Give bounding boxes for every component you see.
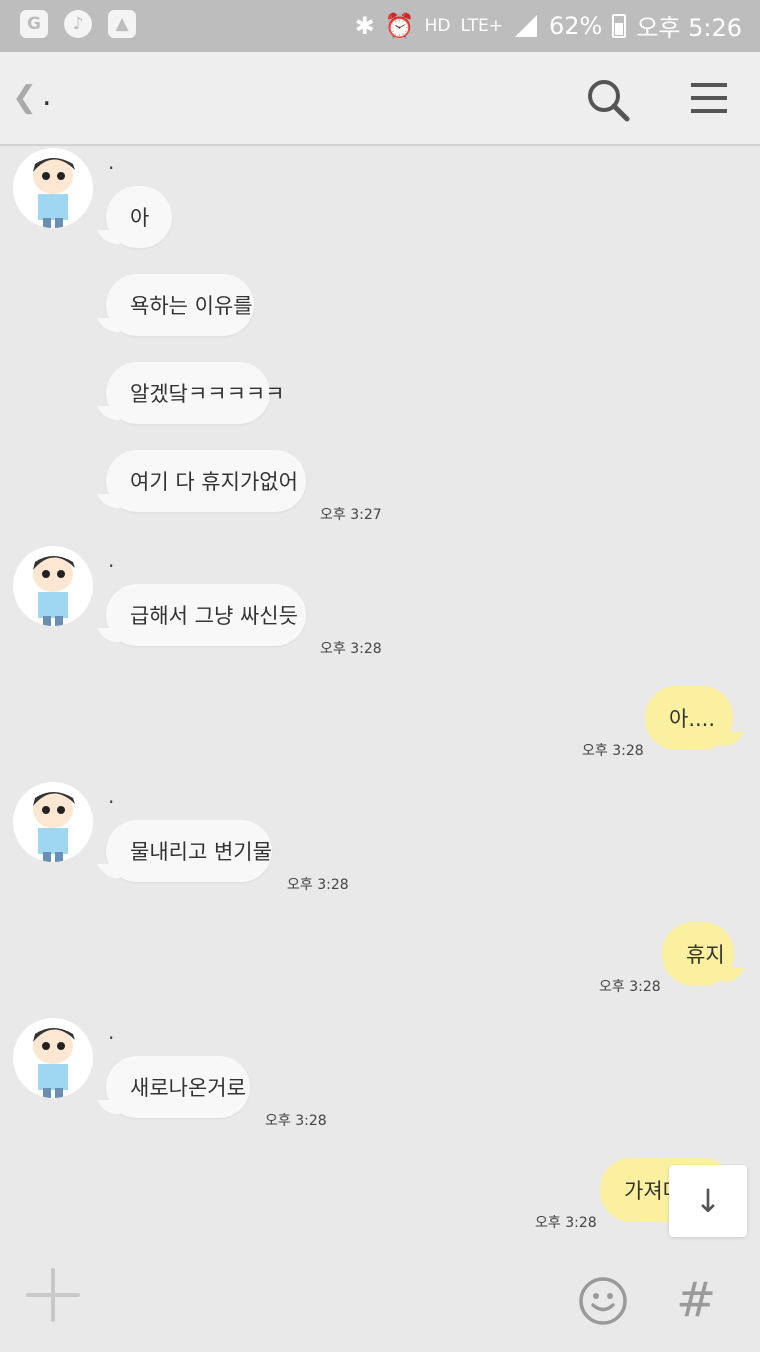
avatar-character-icon [33, 1028, 75, 1098]
search-icon[interactable] [585, 77, 631, 123]
input-bar: # [0, 1252, 760, 1352]
alarm-icon: ⏰ [384, 11, 415, 40]
message-text: 물내리고 변기물 [130, 840, 272, 864]
plus-icon[interactable] [26, 1268, 80, 1322]
back-button[interactable]: ❮ [12, 80, 37, 115]
battery-icon [612, 13, 627, 38]
avatar[interactable] [13, 782, 93, 862]
scroll-to-bottom-button[interactable]: ↓ [669, 1165, 747, 1237]
message-bubble-outgoing[interactable]: 아.... [645, 686, 744, 750]
message-time: 오후 3:28 [582, 743, 644, 759]
message-text: 아 [130, 206, 150, 230]
chat-header: ❮ . [0, 52, 760, 146]
sender-name: . [108, 150, 115, 174]
message-text: 아.... [669, 707, 716, 731]
hashtag-button[interactable]: # [676, 1272, 716, 1328]
message-bubble[interactable]: 급해서 그냥 싸신듯 [97, 584, 306, 646]
message-time: 오후 3:28 [320, 641, 382, 657]
avatar-character-icon [33, 792, 75, 862]
sender-name: . [108, 548, 115, 572]
battery-percent: 62% [548, 11, 603, 40]
arrow-down-icon: ↓ [694, 1182, 722, 1220]
chat-title: . [42, 78, 52, 113]
gallery-icon: ▲ [108, 10, 136, 38]
avatar[interactable] [13, 546, 93, 626]
message-text: 여기 다 휴지가없어 [130, 470, 298, 494]
carrier-g-icon: G [20, 10, 48, 38]
avatar[interactable] [13, 148, 93, 228]
message-text: 급해서 그냥 싸신듯 [130, 604, 298, 628]
music-icon: ♪ [64, 10, 92, 38]
message-time: 오후 3:28 [265, 1113, 327, 1129]
menu-icon[interactable] [690, 80, 728, 116]
message-bubble[interactable]: 물내리고 변기물 [97, 820, 272, 882]
sender-name: . [108, 1020, 115, 1044]
message-bubble[interactable]: 알겠닼ㅋㅋㅋㅋㅋ [97, 362, 285, 424]
status-bar: G ♪ ▲ ✱ ⏰ HD LTE+ 62% 오후 5:26 [0, 0, 760, 52]
network-indicator: LTE+ [460, 15, 503, 36]
message-time: 오후 3:27 [320, 507, 382, 523]
message-bubble-outgoing[interactable]: 휴지 [662, 922, 745, 986]
message-bubble[interactable]: 아 [97, 186, 172, 248]
sender-name: . [108, 784, 115, 808]
signal-icon [514, 14, 537, 37]
avatar-character-icon [33, 556, 75, 626]
status-time: 오후 5:26 [636, 14, 742, 42]
message-text: 새로나온거로 [130, 1076, 246, 1100]
avatar-character-icon [33, 158, 75, 228]
message-list[interactable]: . 아 욕하는 이유를 알겠닼ㅋㅋㅋㅋㅋ 여기 다 휴지가없어 오후 3:27 … [0, 146, 760, 1246]
message-bubble[interactable]: 새로나온거로 [97, 1056, 250, 1118]
message-time: 오후 3:28 [599, 979, 661, 995]
emoji-icon[interactable] [578, 1276, 628, 1326]
avatar[interactable] [13, 1018, 93, 1098]
hd-indicator: HD [424, 15, 451, 36]
message-text: 알겠닼ㅋㅋㅋㅋㅋ [130, 382, 285, 406]
bluetooth-icon: ✱ [354, 11, 375, 40]
message-time: 오후 3:28 [287, 877, 349, 893]
message-bubble[interactable]: 여기 다 휴지가없어 [97, 450, 306, 512]
message-text: 욕하는 이유를 [130, 294, 253, 318]
message-time: 오후 3:28 [535, 1215, 597, 1231]
message-text: 휴지 [686, 943, 725, 967]
message-bubble[interactable]: 욕하는 이유를 [97, 274, 254, 336]
